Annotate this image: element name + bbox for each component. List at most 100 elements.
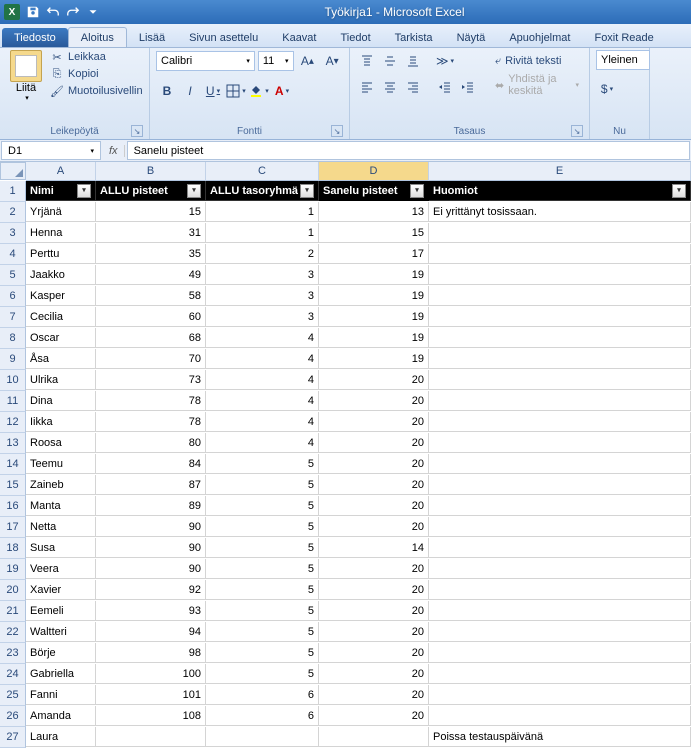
bold-button[interactable]: B: [156, 80, 178, 102]
cell-e17[interactable]: [429, 517, 691, 537]
filter-button[interactable]: ▾: [672, 184, 686, 198]
cell-a24[interactable]: Gabriella: [26, 664, 96, 684]
cell-c18[interactable]: 5: [206, 538, 319, 558]
cell-c20[interactable]: 5: [206, 580, 319, 600]
cell-b21[interactable]: 93: [96, 601, 206, 621]
cell-e14[interactable]: [429, 454, 691, 474]
row-header-5[interactable]: 5: [0, 265, 26, 286]
tab-home[interactable]: Aloitus: [68, 27, 127, 47]
orientation-button[interactable]: ≫▾: [434, 50, 456, 72]
table-header-sanelu-pisteet[interactable]: Sanelu pisteet ▾: [319, 181, 429, 201]
row-header-10[interactable]: 10: [0, 370, 26, 391]
align-top-button[interactable]: [356, 50, 378, 72]
font-color-button[interactable]: A▾: [271, 80, 293, 102]
cell-a11[interactable]: Dina: [26, 391, 96, 411]
row-header-15[interactable]: 15: [0, 475, 26, 496]
cell-b2[interactable]: 15: [96, 202, 206, 222]
cell-c11[interactable]: 4: [206, 391, 319, 411]
cell-a2[interactable]: Yrjänä: [26, 202, 96, 222]
accounting-button[interactable]: $▾: [596, 78, 618, 100]
increase-font-button[interactable]: A▴: [297, 50, 319, 72]
cell-c3[interactable]: 1: [206, 223, 319, 243]
tab-data[interactable]: Tiedot: [328, 28, 382, 47]
cell-c23[interactable]: 5: [206, 643, 319, 663]
cell-b12[interactable]: 78: [96, 412, 206, 432]
cell-c8[interactable]: 4: [206, 328, 319, 348]
cell-c25[interactable]: 6: [206, 685, 319, 705]
cell-d14[interactable]: 20: [319, 454, 429, 474]
row-header-16[interactable]: 16: [0, 496, 26, 517]
cell-e26[interactable]: [429, 706, 691, 726]
cell-e5[interactable]: [429, 265, 691, 285]
cell-e8[interactable]: [429, 328, 691, 348]
italic-button[interactable]: I: [179, 80, 201, 102]
cell-d15[interactable]: 20: [319, 475, 429, 495]
decrease-font-button[interactable]: A▾: [321, 50, 343, 72]
cell-c4[interactable]: 2: [206, 244, 319, 264]
cell-c13[interactable]: 4: [206, 433, 319, 453]
filter-button[interactable]: ▾: [410, 184, 424, 198]
cell-e6[interactable]: [429, 286, 691, 306]
cell-d17[interactable]: 20: [319, 517, 429, 537]
cell-c24[interactable]: 5: [206, 664, 319, 684]
cell-a23[interactable]: Börje: [26, 643, 96, 663]
cell-b25[interactable]: 101: [96, 685, 206, 705]
cell-d11[interactable]: 20: [319, 391, 429, 411]
row-header-24[interactable]: 24: [0, 664, 26, 685]
font-size-select[interactable]: 11 ▾: [258, 51, 294, 71]
fill-color-button[interactable]: ▾: [248, 80, 270, 102]
col-header-c[interactable]: C: [206, 162, 319, 181]
cell-b9[interactable]: 70: [96, 349, 206, 369]
col-header-b[interactable]: B: [96, 162, 206, 181]
row-header-9[interactable]: 9: [0, 349, 26, 370]
qat-customize[interactable]: [84, 3, 102, 21]
merge-center-button[interactable]: ⬌ Yhdistä ja keskitä ▾: [491, 74, 583, 96]
cell-b6[interactable]: 58: [96, 286, 206, 306]
row-header-20[interactable]: 20: [0, 580, 26, 601]
cell-a5[interactable]: Jaakko: [26, 265, 96, 285]
cell-c5[interactable]: 3: [206, 265, 319, 285]
cell-b24[interactable]: 100: [96, 664, 206, 684]
row-header-8[interactable]: 8: [0, 328, 26, 349]
select-all-corner[interactable]: [0, 162, 26, 180]
table-header-allu-tasoryhma[interactable]: ALLU tasoryhmä ▾: [206, 181, 319, 201]
cell-c22[interactable]: 5: [206, 622, 319, 642]
save-button[interactable]: [24, 3, 42, 21]
cell-a10[interactable]: Ulrika: [26, 370, 96, 390]
align-right-button[interactable]: [402, 76, 424, 98]
name-box[interactable]: D1 ▾: [1, 141, 101, 160]
align-center-button[interactable]: [379, 76, 401, 98]
cell-b19[interactable]: 90: [96, 559, 206, 579]
table-header-huomiot[interactable]: Huomiot ▾: [429, 181, 691, 201]
cell-c16[interactable]: 5: [206, 496, 319, 516]
cell-c17[interactable]: 5: [206, 517, 319, 537]
col-header-a[interactable]: A: [26, 162, 96, 181]
row-header-13[interactable]: 13: [0, 433, 26, 454]
cell-a19[interactable]: Veera: [26, 559, 96, 579]
col-header-e[interactable]: E: [429, 162, 691, 181]
cell-e9[interactable]: [429, 349, 691, 369]
cell-a6[interactable]: Kasper: [26, 286, 96, 306]
cell-c10[interactable]: 4: [206, 370, 319, 390]
cell-e16[interactable]: [429, 496, 691, 516]
cell-a12[interactable]: Iikka: [26, 412, 96, 432]
formula-input[interactable]: Sanelu pisteet: [127, 141, 690, 160]
table-header-allu-pisteet[interactable]: ALLU pisteet ▾: [96, 181, 206, 201]
cell-e18[interactable]: [429, 538, 691, 558]
cell-c27[interactable]: [206, 727, 319, 747]
cell-d4[interactable]: 17: [319, 244, 429, 264]
cell-a16[interactable]: Manta: [26, 496, 96, 516]
cell-b3[interactable]: 31: [96, 223, 206, 243]
cell-a21[interactable]: Eemeli: [26, 601, 96, 621]
font-launcher[interactable]: ↘: [331, 125, 343, 137]
cell-d13[interactable]: 20: [319, 433, 429, 453]
cell-b22[interactable]: 94: [96, 622, 206, 642]
cell-d7[interactable]: 19: [319, 307, 429, 327]
tab-review[interactable]: Tarkista: [383, 28, 445, 47]
cell-c2[interactable]: 1: [206, 202, 319, 222]
cell-b13[interactable]: 80: [96, 433, 206, 453]
row-header-2[interactable]: 2: [0, 202, 26, 223]
cell-d12[interactable]: 20: [319, 412, 429, 432]
cell-d22[interactable]: 20: [319, 622, 429, 642]
cell-e2[interactable]: Ei yrittänyt tosissaan.: [429, 202, 691, 222]
